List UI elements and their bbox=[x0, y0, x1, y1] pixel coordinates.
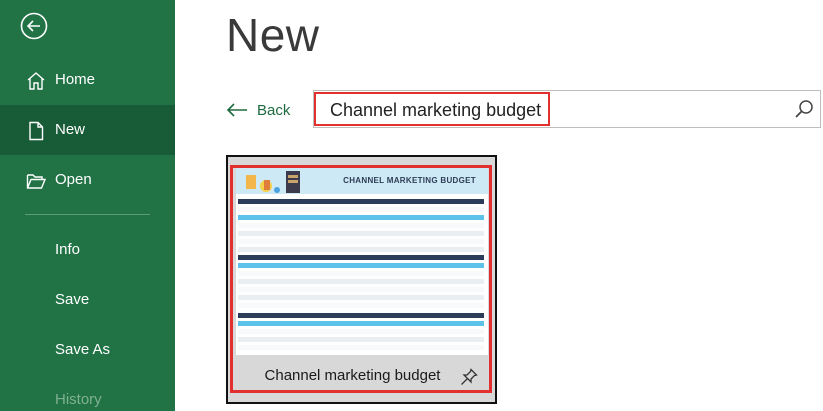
search-icon[interactable] bbox=[794, 99, 814, 119]
sidebar-item-label: History bbox=[55, 391, 102, 408]
thumbnail-row bbox=[238, 329, 484, 334]
sidebar-item-open[interactable]: Open bbox=[0, 155, 175, 205]
backstage-sidebar: Home New Open Info Save Save As History bbox=[0, 0, 175, 411]
template-card[interactable]: CHANNEL MARKETING BUDGET Channel marketi… bbox=[226, 155, 497, 404]
sidebar-item-label: Info bbox=[55, 241, 81, 258]
sidebar-item-label: Save As bbox=[55, 341, 111, 358]
sidebar-item-label: Home bbox=[55, 71, 96, 88]
back-arrow-circle-icon[interactable] bbox=[20, 12, 48, 40]
thumbnail-row bbox=[238, 231, 484, 236]
sidebar-item-new[interactable]: New bbox=[0, 105, 175, 155]
thumbnail-row bbox=[238, 223, 484, 228]
thumbnail-row bbox=[238, 295, 484, 300]
thumbnail-row bbox=[238, 313, 484, 318]
thumbnail-row bbox=[238, 199, 484, 204]
search-input[interactable] bbox=[330, 98, 770, 122]
pin-icon[interactable] bbox=[460, 368, 478, 386]
thumbnail-row bbox=[238, 279, 484, 284]
thumbnail-title: CHANNEL MARKETING BUDGET bbox=[343, 176, 476, 185]
sidebar-divider bbox=[25, 214, 150, 215]
back-button[interactable]: Back bbox=[226, 98, 290, 122]
thumbnail-row bbox=[238, 321, 484, 326]
back-arrow-icon bbox=[226, 103, 247, 117]
new-document-icon bbox=[29, 121, 44, 141]
sidebar-item-home[interactable]: Home bbox=[0, 55, 175, 105]
thumbnail-row bbox=[238, 247, 484, 252]
thumbnail-row bbox=[238, 207, 484, 212]
thumbnail-row bbox=[238, 239, 484, 244]
sidebar-item-label: New bbox=[55, 121, 86, 138]
thumbnail-row bbox=[238, 263, 484, 268]
template-search-box bbox=[313, 90, 821, 128]
template-name: Channel marketing budget bbox=[264, 367, 441, 384]
thumbnail-row bbox=[238, 303, 484, 308]
home-icon bbox=[27, 72, 45, 90]
sidebar-item-history: History bbox=[0, 375, 175, 411]
sidebar-item-save[interactable]: Save bbox=[0, 275, 175, 325]
sidebar-item-save-as[interactable]: Save As bbox=[0, 325, 175, 375]
thumbnail-illustration bbox=[246, 171, 300, 193]
back-label: Back bbox=[257, 101, 291, 119]
thumbnail-row bbox=[238, 345, 484, 350]
open-folder-icon bbox=[26, 174, 47, 189]
sidebar-item-label: Open bbox=[55, 171, 92, 188]
page-title: New bbox=[226, 9, 320, 61]
thumbnail-row bbox=[238, 337, 484, 342]
sidebar-item-label: Save bbox=[55, 291, 90, 308]
template-thumbnail: CHANNEL MARKETING BUDGET bbox=[236, 167, 488, 355]
thumbnail-row bbox=[238, 255, 484, 260]
thumbnail-row bbox=[238, 215, 484, 220]
thumbnail-row bbox=[238, 271, 484, 276]
sidebar-item-info[interactable]: Info bbox=[0, 225, 175, 275]
thumbnail-row bbox=[238, 287, 484, 292]
